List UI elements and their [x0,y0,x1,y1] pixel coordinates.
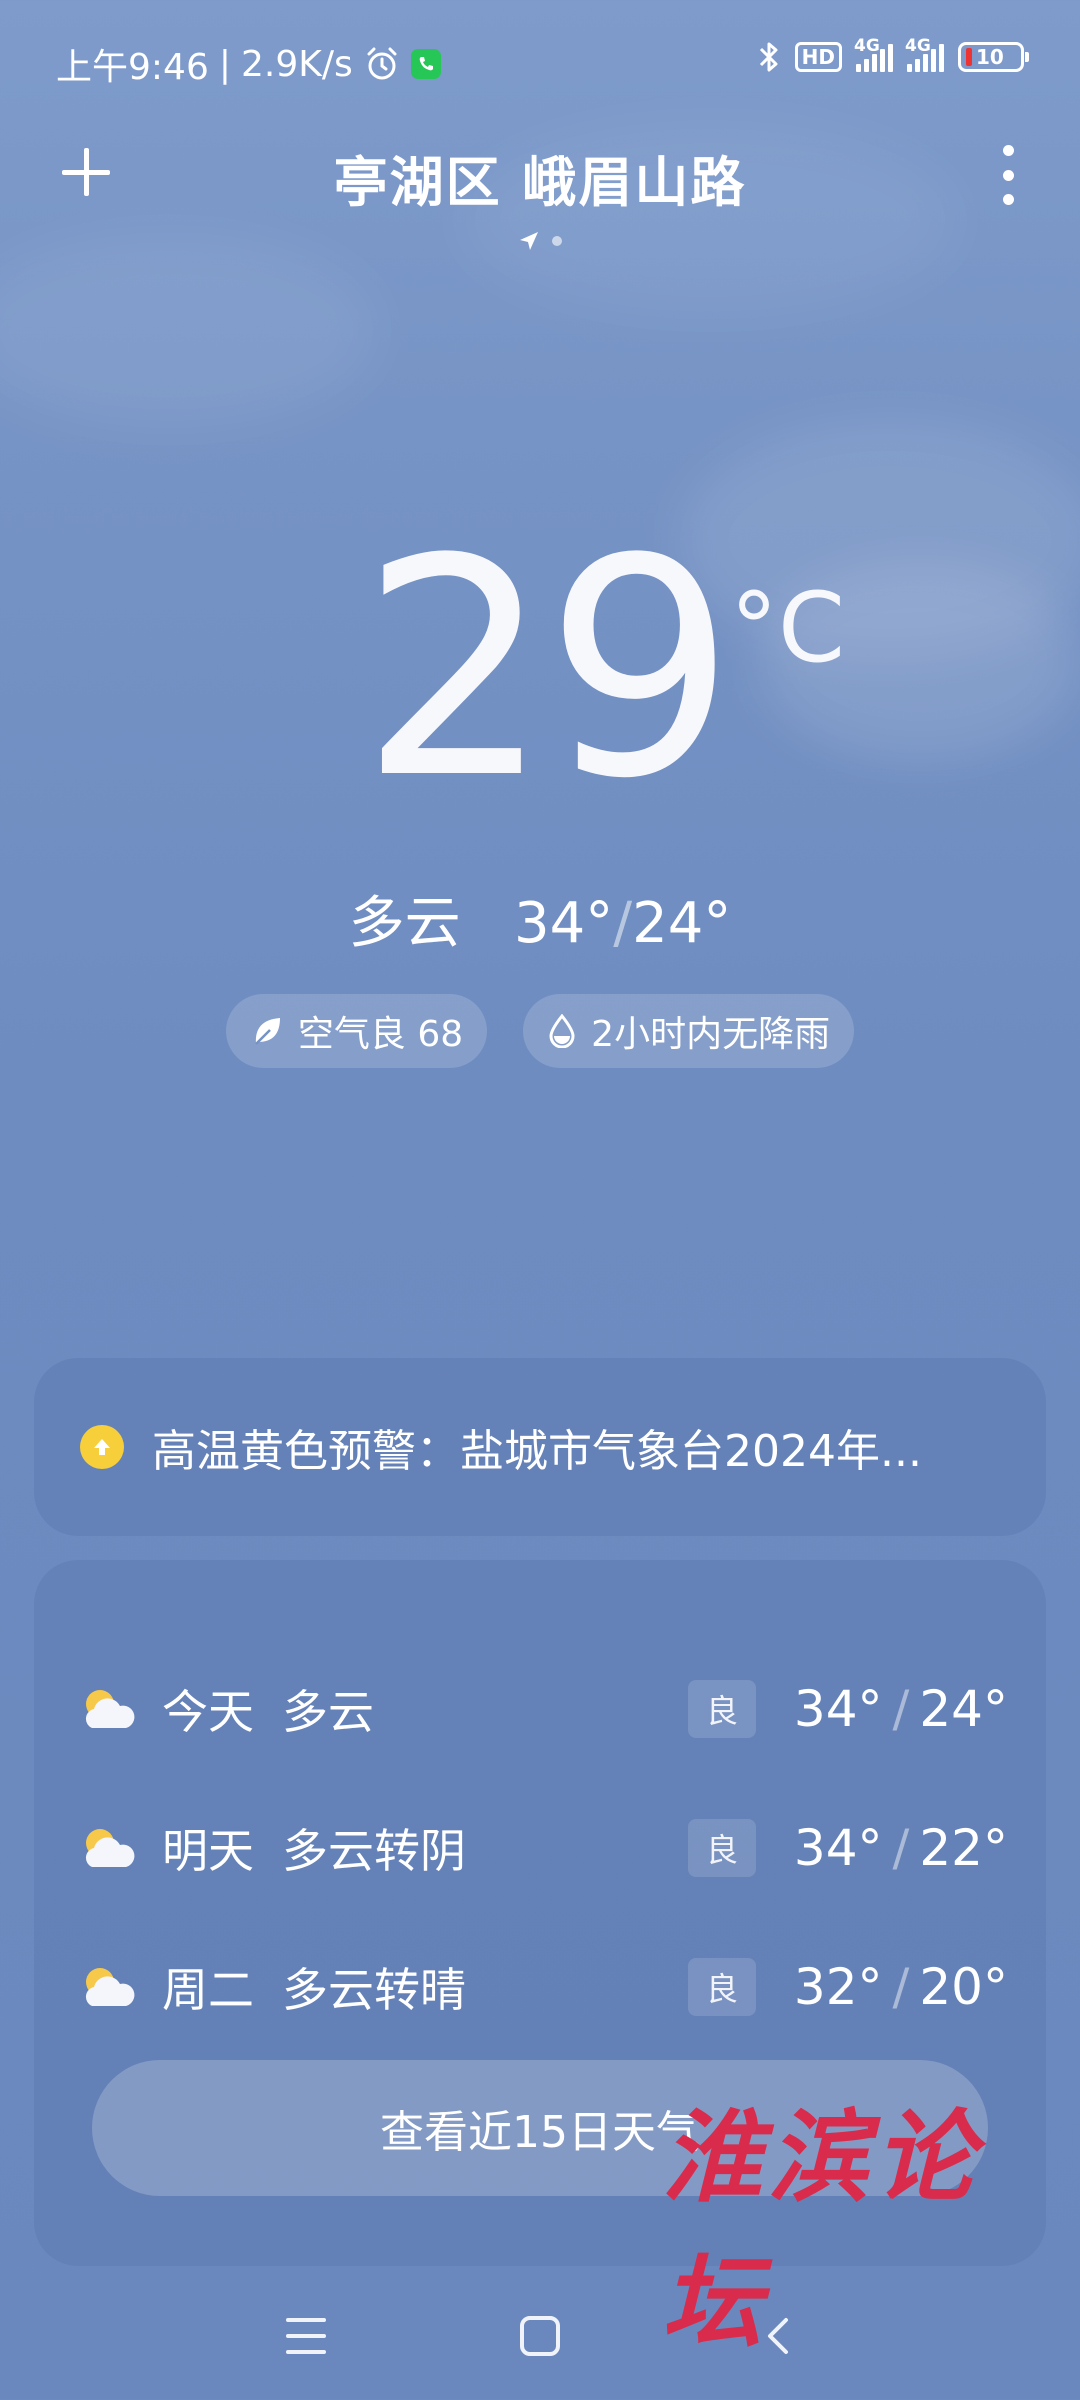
forecast-day: 明天 [162,1824,254,1878]
air-quality-text: 空气良 68 [297,1014,464,1055]
quick-info-pills: 空气良 68 2小时内无降雨 [0,994,1080,1068]
cloudy-icon [78,1823,138,1873]
forecast-low: 24° [919,1680,1008,1738]
recent-apps-button[interactable] [286,2318,326,2354]
status-time: 上午9:46 [56,47,209,88]
forecast-day: 周二 [162,1963,254,2017]
leaf-icon [255,1018,280,1045]
network-type-label: 4G [905,36,931,56]
today-high: 34° [514,891,614,956]
forecast-desc: 多云转晴 [282,1963,466,2017]
forecast-high: 34° [793,1680,883,1738]
signal-icon: 4G [905,36,944,72]
battery-level: 10 [976,45,1004,69]
home-button[interactable] [520,2316,560,2356]
warning-arrow-icon [80,1425,124,1469]
page-dot [552,236,562,246]
forecast-row-tuesday[interactable]: 周二 多云转晴 良 32°/20° [78,1942,1008,2032]
raindrop-icon [549,1014,575,1048]
forecast-hi-lo: 34°/24° [793,1680,1008,1738]
location-arrow-icon [520,232,538,250]
battery-icon: 10 [958,42,1029,72]
forecast-day: 今天 [162,1685,254,1739]
forecast-row-tomorrow[interactable]: 明天 多云转阴 良 34°/22° [78,1803,1008,1893]
warning-text: 高温黄色预警：盐城市气象台2024年... [152,1426,922,1477]
forecast-high: 34° [793,1819,883,1877]
weather-warning-card[interactable]: 高温黄色预警：盐城市气象台2024年... [34,1358,1046,1536]
aqi-badge: 良 [688,1819,756,1877]
aqi-badge: 良 [688,1958,756,2016]
more-options-button[interactable] [996,145,1020,205]
cloud-decoration [0,230,380,430]
today-low: 24° [632,891,732,956]
forecast-desc: 多云转阴 [282,1824,466,1878]
hd-badge: HD [794,42,842,72]
signal-icon: 4G [854,36,893,72]
back-button[interactable] [758,2316,798,2356]
condition-text: 多云 [348,891,461,956]
cloudy-icon [78,1684,138,1734]
location-title[interactable]: 亭湖区 峨眉山路 [0,138,1080,217]
status-divider: | [218,43,231,85]
forecast-hi-lo: 32°/20° [793,1958,1008,2016]
current-temperature: 29 [360,495,736,844]
forecast-low: 20° [919,1958,1008,2016]
forecast-row-today[interactable]: 今天 多云 良 34°/24° [78,1664,1008,1754]
forecast-hi-lo: 34°/22° [793,1819,1008,1877]
forecast-high: 32° [793,1958,883,2016]
cloudy-icon [78,1962,138,2012]
call-icon [410,49,441,79]
network-type-label: 4G [854,36,880,56]
alarm-icon [367,47,397,80]
air-quality-pill[interactable]: 空气良 68 [225,994,488,1068]
network-speed: 2.9K/s [240,43,353,85]
temperature-unit: °C [730,572,846,684]
rain-text: 2小时内无降雨 [591,1014,831,1055]
forecast-desc: 多云 [282,1685,374,1739]
rain-forecast-pill[interactable]: 2小时内无降雨 [523,994,855,1068]
current-condition: 多云 34°/24° [0,878,1080,959]
navigation-bar [0,2280,1080,2400]
page-indicator [0,230,1080,252]
bluetooth-icon [759,42,778,72]
status-bar: 上午9:46 | 2.9K/s HD 4G 4G 10 [0,0,1080,120]
temp-separator: / [613,891,633,956]
aqi-badge: 良 [688,1680,756,1738]
forecast-low: 22° [919,1819,1008,1877]
